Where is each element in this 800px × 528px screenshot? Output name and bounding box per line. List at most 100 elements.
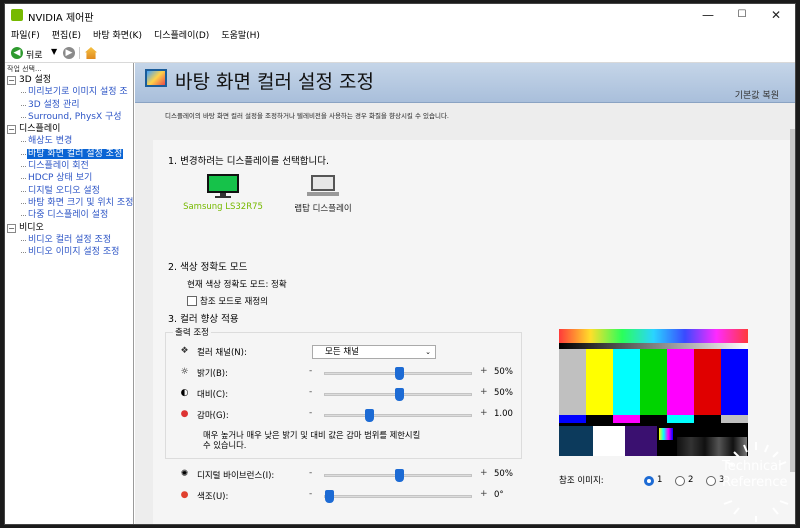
brightness-icon: ☼ (180, 367, 189, 377)
bar-lower-magenta (613, 415, 640, 423)
contrast-row: ◐ 대비(C): - + 50% (179, 387, 513, 401)
watermark-line-1: Technical (722, 459, 782, 474)
tree-item-rotate[interactable]: 디스플레이 회전 (5, 160, 133, 172)
collapse-icon[interactable]: − (7, 223, 16, 233)
bar-cyan (613, 349, 640, 415)
vibrance-slider[interactable] (324, 469, 472, 482)
scrollbar[interactable] (790, 129, 795, 472)
watermark-line-2: Reference (722, 475, 788, 490)
menu-help[interactable]: 도움말(H) (215, 26, 266, 41)
output-adjust-legend: 출력 조정 (173, 326, 211, 338)
minus-sign: - (309, 408, 313, 418)
toolbar-divider (79, 47, 80, 59)
color-channel-icon: ❖ (180, 346, 189, 356)
tree-item-resolution[interactable]: 해상도 변경 (5, 135, 133, 147)
minus-sign: - (309, 387, 313, 397)
close-button[interactable]: ✕ (759, 4, 793, 26)
brightness-label: 밝기(B): (197, 369, 228, 379)
minimize-button[interactable]: — (691, 4, 725, 26)
reference-mode-checkbox[interactable] (187, 296, 197, 306)
tree-item-image-preview[interactable]: 미리보기로 이미지 설정 조 (5, 86, 133, 98)
collapse-icon[interactable]: − (7, 125, 16, 135)
vibrance-value: 50% (494, 469, 513, 479)
menu-desktop[interactable]: 바탕 화면(K) (87, 26, 148, 41)
vibrance-label: 디지털 바이브런스(I): (197, 471, 275, 481)
contrast-label: 대비(C): (197, 390, 229, 400)
reference-image-radio-1[interactable] (644, 476, 654, 486)
menu-bar: 파일(F) 편집(E) 바탕 화면(K) 디스플레이(D) 도움말(H) (5, 26, 795, 43)
forward-arrow-icon[interactable]: ▶ (63, 47, 75, 59)
technical-reference-watermark: Technical Reference (716, 442, 796, 522)
tree-item-desktop-color[interactable]: 바탕 화면 컬러 설정 조정 (5, 148, 133, 160)
tree-item-multi-display[interactable]: 다중 디스플레이 설정 (5, 209, 133, 221)
tree-item-size-position[interactable]: 바탕 화면 크기 및 위치 조정 (5, 197, 133, 209)
title-bar: NVIDIA 제어판 — ☐ ✕ (5, 4, 795, 26)
section-3-title: 3. 컬러 향상 적용 (168, 314, 239, 325)
app-window: NVIDIA 제어판 — ☐ ✕ 파일(F) 편집(E) 바탕 화면(K) 디스플레이… (4, 3, 796, 525)
gamma-note-2: 수 있습니다. (203, 440, 247, 450)
back-dropdown-icon[interactable]: ▼ (51, 47, 57, 56)
contrast-slider[interactable] (324, 388, 472, 401)
reference-mode-label: 참조 모드로 재정의 (200, 297, 268, 307)
brightness-slider[interactable] (324, 367, 472, 380)
tree-category-3d[interactable]: −3D 설정 (5, 74, 133, 86)
tree-category-display[interactable]: − 디스플레이 (5, 123, 133, 135)
display-samsung[interactable]: Samsung LS32R75 (181, 173, 265, 212)
reference-image-radio-2[interactable] (675, 476, 685, 486)
plus-sign: + (480, 366, 488, 376)
reference-image-radio-3[interactable] (706, 476, 716, 486)
vibrance-row: ✺ 디지털 바이브런스(I): - + 50% (179, 468, 513, 482)
tree-item-video-color[interactable]: 비디오 컬러 설정 조정 (5, 234, 133, 246)
restore-defaults-link[interactable]: 기본값 복원 (735, 88, 779, 101)
slider-thumb[interactable] (394, 469, 404, 482)
collapse-icon[interactable]: − (7, 76, 16, 85)
bar-red (694, 349, 721, 415)
page-banner: 바탕 화면 컬러 설정 조정 기본값 복원 (135, 63, 795, 103)
reference-test-image (559, 329, 748, 456)
plus-sign: + (480, 408, 488, 418)
chevron-down-icon: ⌄ (425, 348, 431, 356)
brightness-row: ☼ 밝기(B): - + 50% (179, 366, 513, 380)
hue-label: 색조(U): (197, 492, 229, 502)
menu-edit[interactable]: 편집(E) (46, 26, 87, 41)
menu-display[interactable]: 디스플레이(D) (148, 26, 215, 41)
maximize-button[interactable]: ☐ (725, 4, 759, 26)
vibrance-icon: ✺ (180, 469, 189, 479)
monitor-color-icon (145, 69, 167, 87)
gamma-row: ● 감마(G): - + 1.00 (179, 408, 513, 422)
tree-item-hdcp[interactable]: HDCP 상태 보기 (5, 172, 133, 184)
content-pane: 바탕 화면 컬러 설정 조정 기본값 복원 디스플레이의 바탕 화면 컬러 설정… (135, 63, 795, 524)
contrast-value: 50% (494, 388, 513, 398)
current-accuracy-mode: 현재 색상 정확도 모드: 정확 (187, 280, 287, 290)
channel-select[interactable]: 모든 채널 ⌄ (312, 345, 436, 359)
page-title: 바탕 화면 컬러 설정 조정 (175, 71, 374, 93)
gamma-icon: ● (180, 409, 189, 419)
task-tree: 작업 선택... −3D 설정 미리보기로 이미지 설정 조 3D 설정 관리 … (5, 63, 134, 524)
gamma-slider[interactable] (324, 409, 472, 422)
bar-magenta (667, 349, 694, 415)
home-icon[interactable] (85, 47, 97, 59)
pluge-navy (559, 426, 593, 456)
slider-thumb[interactable] (394, 367, 404, 380)
pluge-purple (625, 426, 657, 456)
radio-1-label: 1 (657, 475, 663, 485)
menu-file[interactable]: 파일(F) (5, 26, 46, 41)
slider-thumb[interactable] (325, 490, 334, 503)
hue-slider[interactable] (324, 490, 472, 503)
back-arrow-icon[interactable]: ◀ (11, 47, 23, 59)
slider-thumb[interactable] (394, 388, 404, 401)
tree-header: 작업 선택... (7, 65, 42, 73)
plus-sign: + (480, 489, 488, 499)
tree-item-audio[interactable]: 디지털 오디오 설정 (5, 185, 133, 197)
minus-sign: - (309, 468, 313, 478)
back-button[interactable]: 뒤로 (26, 48, 43, 61)
slider-thumb[interactable] (365, 409, 375, 422)
display-laptop[interactable]: 랩탑 디스플레이 (281, 173, 365, 214)
page-description: 디스플레이의 바탕 화면 컬러 설정을 조정하거나 텔레비전을 사용하는 경우 … (165, 112, 450, 120)
toolbar: ◀ 뒤로 ▼ ▶ (5, 43, 795, 63)
tree-item-surround-physx[interactable]: Surround, PhysX 구성 (5, 111, 133, 123)
contrast-icon: ◐ (180, 388, 189, 398)
tree-item-3d-manage[interactable]: 3D 설정 관리 (5, 99, 133, 111)
tree-category-video[interactable]: − 비디오 (5, 222, 133, 234)
tree-item-video-image[interactable]: 비디오 이미지 설정 조정 (5, 246, 133, 258)
